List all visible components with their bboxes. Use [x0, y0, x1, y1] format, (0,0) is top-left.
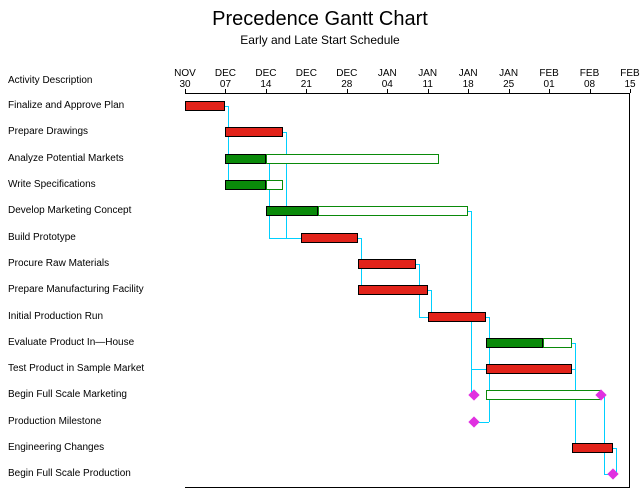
gantt-bar — [318, 206, 468, 216]
activity-label: Analyze Potential Markets — [8, 154, 178, 164]
gantt-bar — [428, 312, 486, 322]
gantt-bar — [266, 154, 439, 164]
activity-label: Write Specifications — [8, 180, 178, 190]
activity-label: Initial Production Run — [8, 312, 178, 322]
gantt-bar — [225, 180, 265, 190]
chart-title: Precedence Gantt Chart — [0, 0, 640, 31]
activity-label: Begin Full Scale Marketing — [8, 390, 178, 400]
x-tick-label: DEC28 — [332, 68, 362, 90]
activity-label: Test Product in Sample Market — [8, 364, 178, 374]
gantt-bar — [225, 154, 265, 164]
gantt-bar — [543, 338, 572, 348]
activity-label: Prepare Drawings — [8, 127, 178, 137]
activity-label: Prepare Manufacturing Facility — [8, 285, 178, 295]
activity-label: Build Prototype — [8, 233, 178, 243]
x-tick-label: NOV30 — [170, 68, 200, 90]
plot-area: NOV30 DEC07 DEC14 DEC21 DEC28 JAN04 JAN11 JAN18… — [0, 58, 640, 498]
x-tick-label: DEC21 — [291, 68, 321, 90]
gantt-bar — [185, 101, 225, 111]
gantt-bar — [486, 390, 602, 400]
x-tick-label: JAN25 — [494, 68, 524, 90]
x-tick-label: JAN11 — [413, 68, 443, 90]
activity-label: Begin Full Scale Production — [8, 469, 178, 479]
gantt-bar — [225, 127, 283, 137]
activity-label: Evaluate Product In—House — [8, 338, 178, 348]
gantt-bar — [358, 285, 427, 295]
chart-subtitle: Early and Late Start Schedule — [0, 31, 640, 55]
x-tick-label: FEB01 — [534, 68, 564, 90]
activity-label: Finalize and Approve Plan — [8, 101, 178, 111]
x-tick-label: JAN18 — [453, 68, 483, 90]
gantt-bar — [266, 180, 283, 190]
gantt-bar — [486, 338, 544, 348]
gantt-bar — [266, 206, 318, 216]
gantt-bar — [572, 443, 612, 453]
activity-label: Production Milestone — [8, 417, 178, 427]
activity-label: Develop Marketing Concept — [8, 206, 178, 216]
gantt-bar — [301, 233, 359, 243]
y-axis-header: Activity Description — [8, 75, 92, 86]
x-tick-label: DEC07 — [210, 68, 240, 90]
x-tick-label: FEB15 — [615, 68, 640, 90]
activity-label: Procure Raw Materials — [8, 259, 178, 269]
gantt-bar — [486, 364, 573, 374]
x-tick-label: FEB08 — [575, 68, 605, 90]
gantt-chart: Precedence Gantt Chart Early and Late St… — [0, 0, 640, 500]
x-tick-label: JAN04 — [372, 68, 402, 90]
x-tick-label: DEC14 — [251, 68, 281, 90]
gantt-bar — [358, 259, 416, 269]
activity-label: Engineering Changes — [8, 443, 178, 453]
